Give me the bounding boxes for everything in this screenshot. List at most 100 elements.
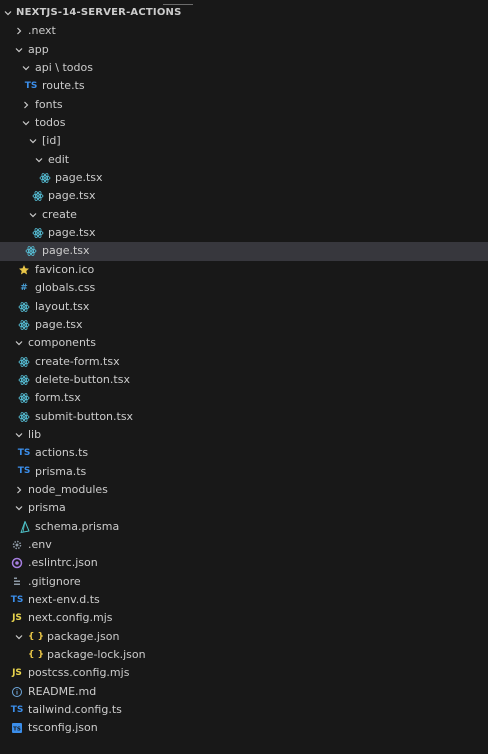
chevron-down-icon <box>13 334 25 352</box>
tree-item-edit-folder[interactable]: edit <box>0 151 488 169</box>
star-icon <box>17 261 31 279</box>
tree-item-env[interactable]: .env <box>0 536 488 554</box>
tree-item-form-tsx[interactable]: form.tsx <box>0 389 488 407</box>
react-icon <box>17 298 31 316</box>
react-icon <box>24 242 38 260</box>
tsconfig-icon: TS <box>10 719 24 737</box>
tree-item-label: create-form.tsx <box>35 354 120 368</box>
chevron-down-icon <box>13 499 25 517</box>
tree-item-label: node_modules <box>28 482 108 496</box>
tree-item-label: README.md <box>28 684 97 698</box>
prisma-icon <box>17 518 31 536</box>
typescript-icon: TS <box>17 448 31 459</box>
tree-item-label: tailwind.config.ts <box>28 703 122 717</box>
tree-item-next-env-d-ts[interactable]: TS next-env.d.ts <box>0 591 488 609</box>
react-icon <box>31 224 45 242</box>
chevron-down-icon <box>20 59 32 77</box>
tree-item-prisma-folder[interactable]: prisma <box>0 499 488 517</box>
tree-item-package-lock-json[interactable]: { } package-lock.json <box>0 646 488 664</box>
tree-item-node-modules-folder[interactable]: node_modules <box>0 481 488 499</box>
chevron-down-icon <box>13 41 25 59</box>
react-icon <box>17 316 31 334</box>
tree-item-gitignore[interactable]: .gitignore <box>0 573 488 591</box>
tree-item-eslintrc-json[interactable]: .eslintrc.json <box>0 554 488 572</box>
tree-item-label: actions.ts <box>35 446 89 460</box>
tree-item-globals-css[interactable]: # globals.css <box>0 279 488 297</box>
tree-item-label: package.json <box>47 629 120 643</box>
tree-item-label: submit-button.tsx <box>35 409 134 423</box>
tree-item-id-folder[interactable]: [id] <box>0 132 488 150</box>
tree-item-label: package-lock.json <box>47 648 146 662</box>
tree-item-label: create <box>42 207 77 221</box>
tree-item-label: form.tsx <box>35 391 81 405</box>
svg-text:TS: TS <box>13 727 21 733</box>
tree-item-label: prisma.ts <box>35 464 87 478</box>
tree-item-components-folder[interactable]: components <box>0 334 488 352</box>
tree-item-create-folder[interactable]: create <box>0 206 488 224</box>
tree-item-app-page-tsx[interactable]: page.tsx <box>0 316 488 334</box>
tree-item-todos-page-tsx[interactable]: page.tsx <box>0 242 488 261</box>
tree-item-actions-ts[interactable]: TS actions.ts <box>0 444 488 462</box>
tree-item-prisma-ts[interactable]: TS prisma.ts <box>0 463 488 481</box>
typescript-icon: TS <box>17 466 31 477</box>
chevron-right-icon <box>20 96 32 114</box>
tree-item-next-config-mjs[interactable]: JS next.config.mjs <box>0 609 488 627</box>
tree-item-label: layout.tsx <box>35 299 90 313</box>
tree-item-route-ts[interactable]: TS route.ts <box>0 77 488 95</box>
tree-item-todos-folder[interactable]: todos <box>0 114 488 132</box>
tree-item-label: page.tsx <box>48 189 96 203</box>
tree-item-id-page-tsx[interactable]: page.tsx <box>0 187 488 205</box>
tree-item-favicon-ico[interactable]: favicon.ico <box>0 261 488 279</box>
tree-item-readme-md[interactable]: README.md <box>0 683 488 701</box>
tree-item-label: prisma <box>28 501 66 515</box>
tree-item-delete-button-tsx[interactable]: delete-button.tsx <box>0 371 488 389</box>
react-icon <box>31 187 45 205</box>
chevron-down-icon <box>13 628 25 646</box>
tree-item-label: components <box>28 336 96 350</box>
tree-item-layout-tsx[interactable]: layout.tsx <box>0 298 488 316</box>
tree-item-package-json[interactable]: { } package.json <box>0 628 488 646</box>
tree-item-label: route.ts <box>42 79 85 93</box>
tree-item-api-todos-folder[interactable]: api \ todos <box>0 59 488 77</box>
tree-item-create-form-tsx[interactable]: create-form.tsx <box>0 353 488 371</box>
tree-item-label: .gitignore <box>28 574 81 588</box>
tree-item-app-folder[interactable]: app <box>0 41 488 59</box>
tree-item-label: globals.css <box>35 281 96 295</box>
tree-item-label: page.tsx <box>55 171 103 185</box>
tree-item-label: lib <box>28 427 42 441</box>
chevron-down-icon <box>2 4 14 22</box>
javascript-icon: JS <box>12 613 22 624</box>
javascript-icon: JS <box>12 668 22 679</box>
gear-icon <box>10 536 24 554</box>
tree-item-label: page.tsx <box>35 317 83 331</box>
tree-item-label: tsconfig.json <box>28 721 98 735</box>
chevron-down-icon <box>27 206 39 224</box>
chevron-down-icon <box>13 426 25 444</box>
tree-item-label: app <box>28 42 49 56</box>
tree-item-next-folder[interactable]: .next <box>0 22 488 40</box>
tree-item-lib-folder[interactable]: lib <box>0 426 488 444</box>
tree-item-postcss-config-mjs[interactable]: JS postcss.config.mjs <box>0 664 488 682</box>
tree-item-label: [id] <box>42 134 61 148</box>
tree-item-create-page-tsx[interactable]: page.tsx <box>0 224 488 242</box>
tree-item-submit-button-tsx[interactable]: submit-button.tsx <box>0 408 488 426</box>
react-icon <box>38 169 52 187</box>
tree-item-label: .env <box>28 537 52 551</box>
tree-item-fonts-folder[interactable]: fonts <box>0 96 488 114</box>
tree-item-label: page.tsx <box>48 226 96 240</box>
tree-item-label: next-env.d.ts <box>28 593 100 606</box>
chevron-right-icon <box>13 22 25 40</box>
eslint-icon <box>10 554 24 572</box>
chevron-down-icon <box>33 151 45 169</box>
explorer-root[interactable]: NEXTJS-14-SERVER-ACTIONS <box>0 4 488 22</box>
tree-item-label: schema.prisma <box>35 519 120 533</box>
tree-item-tsconfig-json[interactable]: TS tsconfig.json <box>0 719 488 737</box>
chevron-down-icon <box>20 114 32 132</box>
tree-item-schema-prisma[interactable]: schema.prisma <box>0 518 488 536</box>
typescript-icon: TS <box>10 594 24 605</box>
tree-item-edit-page-tsx[interactable]: page.tsx <box>0 169 488 187</box>
tree-item-label: postcss.config.mjs <box>28 666 130 680</box>
tree-item-label: favicon.ico <box>35 262 95 276</box>
react-icon <box>17 371 31 389</box>
tree-item-tailwind-config-ts[interactable]: TS tailwind.config.ts <box>0 701 488 719</box>
